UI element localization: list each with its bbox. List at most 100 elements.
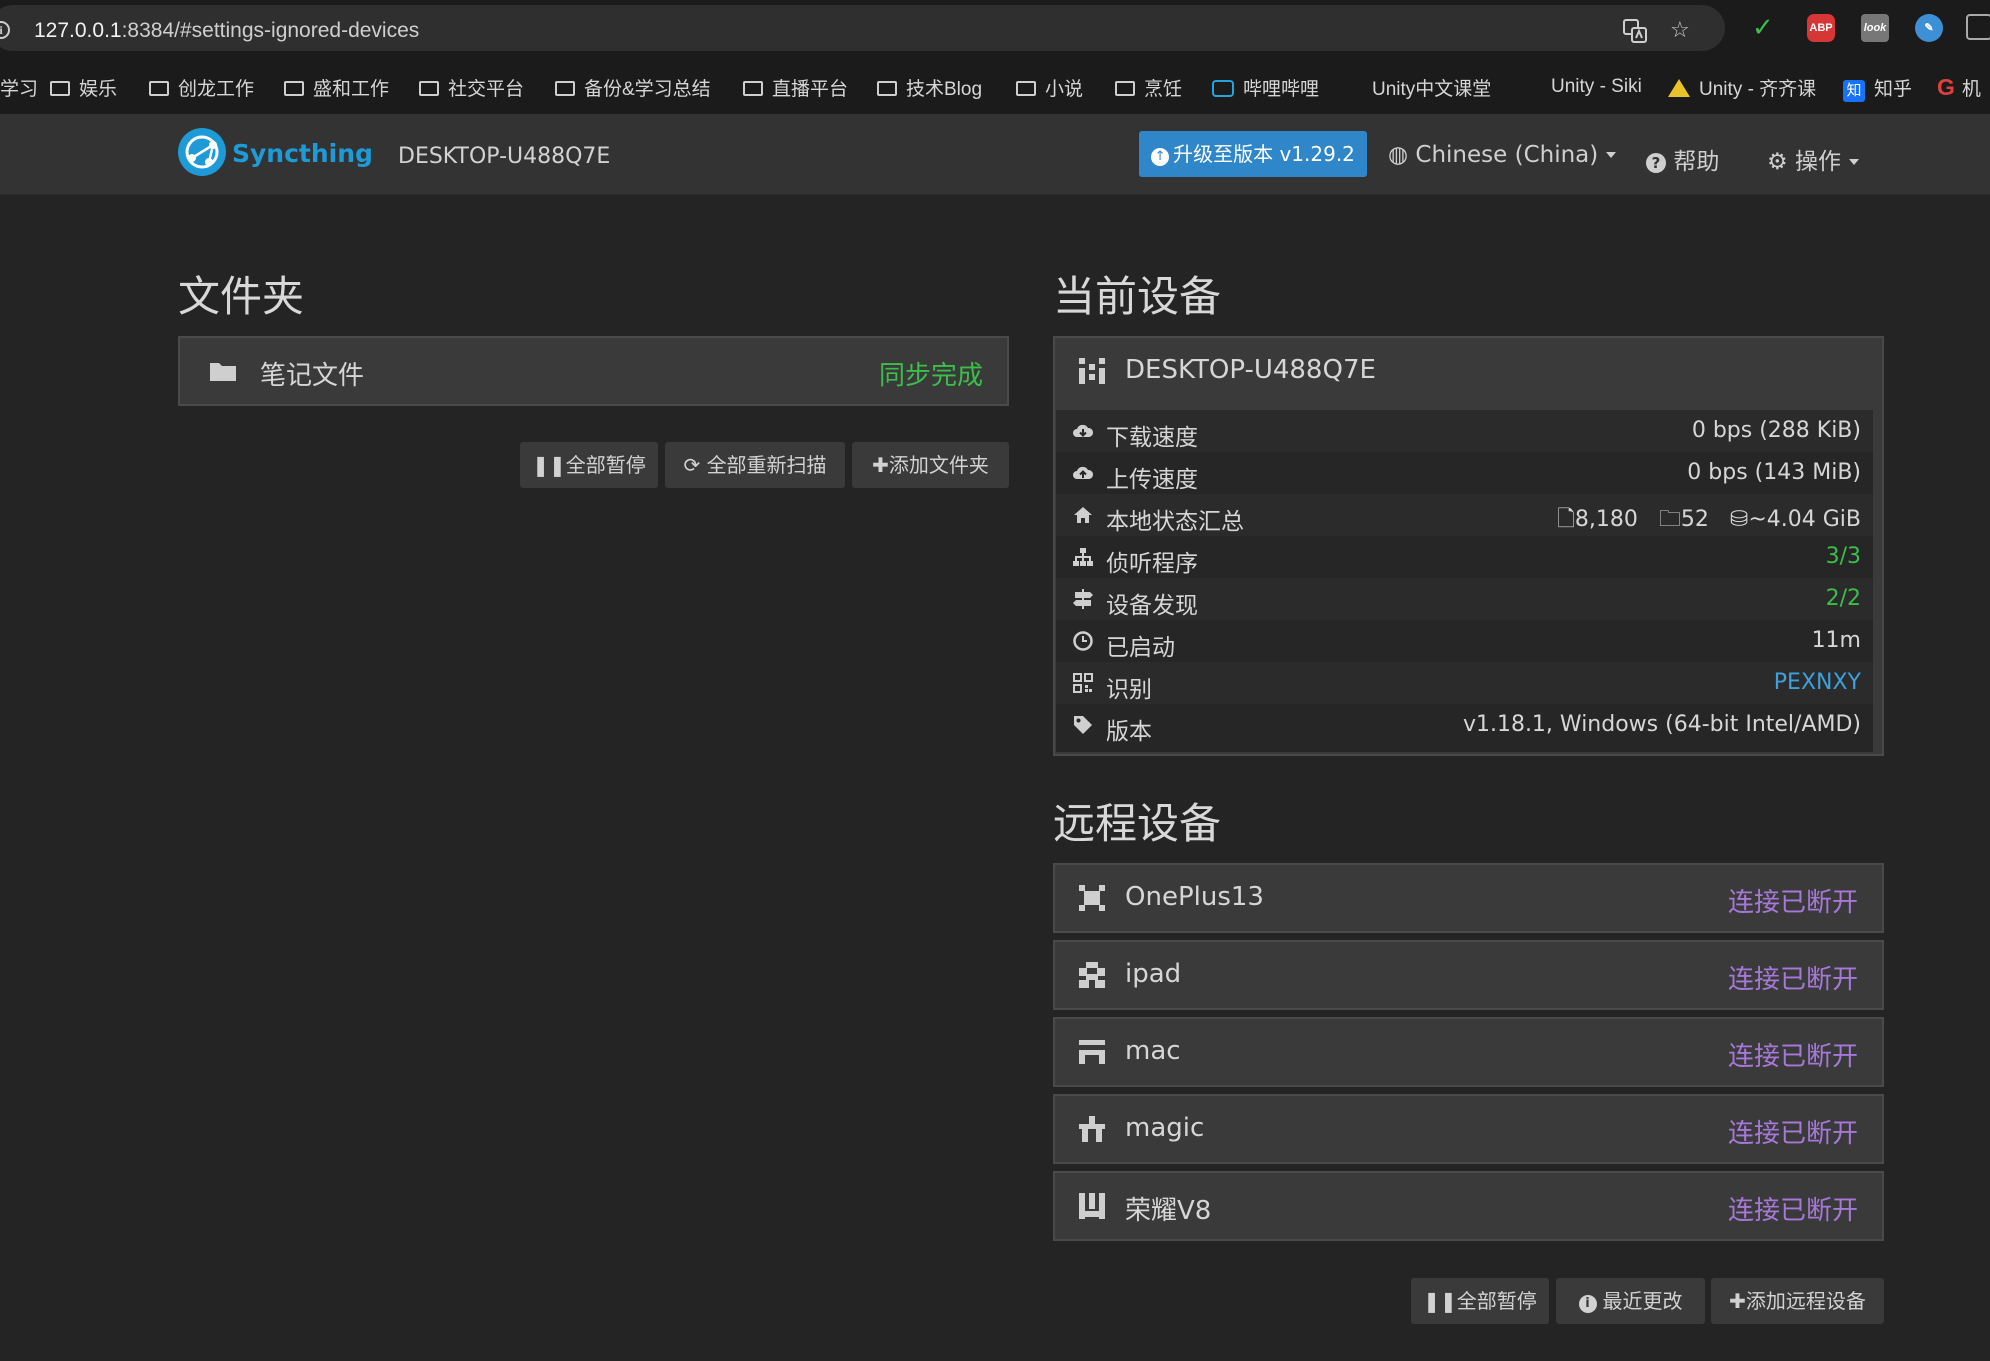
bookmark-backup[interactable]: 备份&学习总结 [555,74,711,101]
folder-panel[interactable]: 笔记文件 同步完成 [178,336,1009,406]
discovery-value[interactable]: 2/2 [1826,586,1861,611]
upgrade-button[interactable]: ↑ 升级至版本 v1.29.2 [1139,131,1367,177]
bookmark-novel[interactable]: 小说 [1016,74,1083,101]
drive-icon: ⛁ [1729,507,1749,532]
remote-device-header[interactable]: ipad 连接已断开 [1055,942,1882,1008]
folder-icon [1115,81,1135,96]
bookmark-chuanglong[interactable]: 创龙工作 [149,74,254,101]
bookmark-unity-qiqi[interactable]: Unity - 齐齐课 [1668,74,1816,101]
siki-icon [1520,74,1542,92]
pause-all-folders-button[interactable]: ❚❚全部暂停 [520,442,658,488]
folder-icon [1016,81,1036,96]
listeners-row: 侦听程序 3/3 [1056,536,1873,578]
listeners-label: 侦听程序 [1106,551,1198,577]
translate-icon[interactable] [1622,18,1648,50]
remote-device-header[interactable]: 荣耀V8 连接已断开 [1055,1173,1882,1239]
local-state-value: 🗋8,180 🗀52 ⛁~4.04 GiB [1557,507,1861,532]
navbar-device-name: DESKTOP-U488Q7E [398,144,611,169]
cloud-download-icon [1073,424,1094,437]
caret-down-icon [1606,152,1617,158]
remote-device-status: 连接已断开 [1727,965,1858,995]
bookmark-live[interactable]: 直播平台 [743,74,848,101]
qrcode-icon [1073,673,1093,693]
site-info-icon[interactable]: i [0,21,10,39]
remote-devices-heading: 远程设备 [1053,799,1222,848]
remote-device-status: 连接已断开 [1727,1196,1858,1226]
upload-rate-label: 上传速度 [1106,467,1198,493]
bookmark-star-icon[interactable]: ☆ [1670,18,1690,43]
remote-device-panel[interactable]: 荣耀V8 连接已断开 [1053,1171,1884,1241]
syncthing-logo-icon[interactable] [178,128,226,176]
version-label: 版本 [1106,719,1152,745]
clock-icon [1073,631,1093,651]
info-circle-icon: i [1578,1295,1597,1313]
remote-device-status: 连接已断开 [1727,888,1858,918]
remote-device-name: magic [1125,1113,1205,1143]
bookmark-cooking[interactable]: 烹饪 [1115,74,1182,101]
remote-device-name: 荣耀V8 [1125,1196,1212,1226]
remote-device-name: mac [1125,1036,1181,1066]
remote-device-name: OnePlus13 [1125,882,1264,912]
discovery-row: 设备发现 2/2 [1056,578,1873,620]
local-state-row: 本地状态汇总 🗋8,180 🗀52 ⛁~4.04 GiB [1056,494,1873,536]
bookmark-bilibili[interactable]: 哔哩哔哩 [1212,74,1319,101]
actions-dropdown[interactable]: ⚙ 操作 [1767,142,1859,176]
check-extension-icon[interactable]: ✓ [1752,13,1774,43]
local-state-label: 本地状态汇总 [1106,509,1244,535]
browser-toolbar: i 127.0.0.1:8384/#settings-ignored-devic… [0,0,1990,57]
uptime-row: 已启动 11m [1056,620,1873,662]
gear-icon: ⚙ [1767,149,1788,175]
upload-rate-value: 0 bps (143 MiB) [1687,460,1861,485]
this-device-header[interactable]: DESKTOP-U488Q7E [1055,338,1882,404]
remote-device-panel[interactable]: OnePlus13 连接已断开 [1053,863,1884,933]
language-dropdown[interactable]: ◍ Chinese (China) [1388,142,1617,168]
device-identicon-icon [1079,962,1105,988]
bookmark-study[interactable]: 学习 [0,74,38,101]
device-id-link[interactable]: PEXNXY [1774,670,1861,695]
folder-panel-header[interactable]: 笔记文件 同步完成 [180,338,1007,404]
device-identicon-icon [1079,1040,1105,1064]
identification-row: 识别 PEXNXY [1056,662,1873,704]
url-text[interactable]: 127.0.0.1:8384/#settings-ignored-devices [34,19,419,43]
help-link[interactable]: ? 帮助 [1646,142,1719,176]
bookmark-shenghe[interactable]: 盛和工作 [284,74,389,101]
adblock-extension-icon[interactable]: ABP [1807,14,1835,42]
version-row: 版本 v1.18.1, Windows (64-bit Intel/AMD) [1056,704,1873,746]
bookmark-entertainment[interactable]: 娱乐 [50,74,117,101]
bookmark-g[interactable]: G机 [1937,74,1981,101]
device-identicon-icon [1079,1193,1105,1219]
bookmark-unity-cn[interactable]: Unity中文课堂 [1341,74,1491,101]
remote-device-panel[interactable]: mac 连接已断开 [1053,1017,1884,1087]
remote-device-panel[interactable]: magic 连接已断开 [1053,1094,1884,1164]
device-identicon-icon [1079,885,1105,911]
remote-device-panel[interactable]: ipad 连接已断开 [1053,940,1884,1010]
pause-all-devices-button[interactable]: ❚❚全部暂停 [1411,1278,1549,1324]
brand-name[interactable]: Syncthing [232,139,373,168]
folders-heading: 文件夹 [178,272,305,321]
device-identicon-icon [1079,1116,1105,1142]
address-bar[interactable]: i 127.0.0.1:8384/#settings-ignored-devic… [0,5,1725,51]
sitemap-icon [1073,548,1093,566]
bookmark-unity-siki[interactable]: Unity - Siki [1520,74,1642,98]
folder-icon [743,81,763,96]
bookmark-tech-blog[interactable]: 技术Blog [877,74,982,101]
remote-device-status: 连接已断开 [1727,1119,1858,1149]
zhihu-icon: 知 [1843,80,1865,102]
recent-changes-button[interactable]: i 最近更改 [1556,1278,1705,1324]
look-extension-icon[interactable]: look [1861,14,1889,42]
add-folder-button[interactable]: ✚添加文件夹 [852,442,1009,488]
edit-extension-icon[interactable]: ✎ [1915,14,1943,42]
reader-extension-icon[interactable] [1966,14,1990,40]
remote-device-header[interactable]: magic 连接已断开 [1055,1096,1882,1162]
question-circle-icon: ? [1646,153,1666,173]
bookmark-zhihu[interactable]: 知知乎 [1843,74,1912,102]
signpost-icon [1073,589,1093,609]
this-device-name: DESKTOP-U488Q7E [1125,355,1376,385]
add-remote-device-button[interactable]: ✚添加远程设备 [1711,1278,1884,1324]
remote-device-header[interactable]: OnePlus13 连接已断开 [1055,865,1882,931]
rescan-all-button[interactable]: ⟳ 全部重新扫描 [665,442,845,488]
listeners-value[interactable]: 3/3 [1826,544,1861,569]
folder-icon [877,81,897,96]
bookmark-social[interactable]: 社交平台 [419,74,524,101]
remote-device-header[interactable]: mac 连接已断开 [1055,1019,1882,1085]
